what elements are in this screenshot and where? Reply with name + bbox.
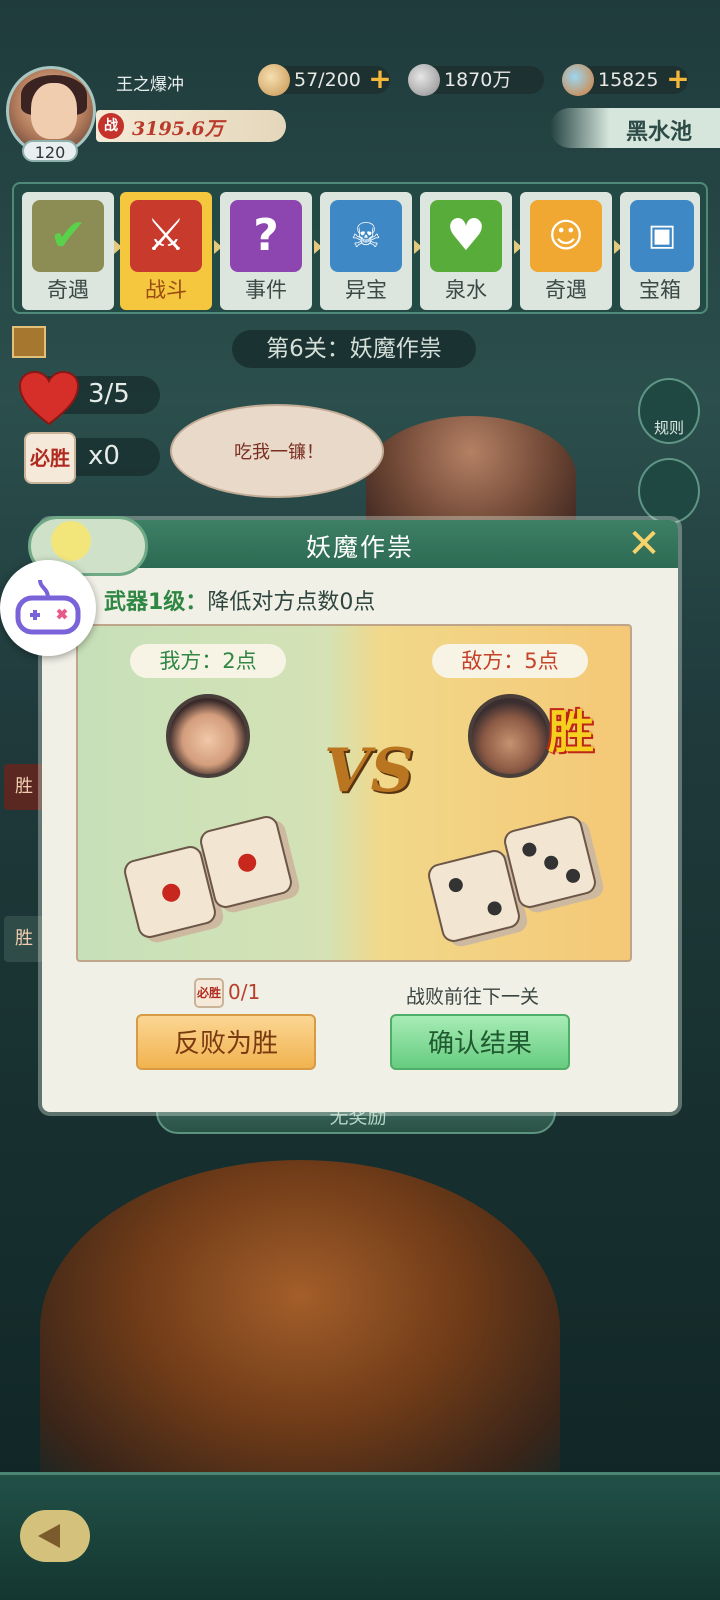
stage-node-4[interactable]: ☠ 异宝 — [320, 192, 412, 310]
rules-label: 规则 — [653, 419, 684, 437]
weapon-label: 武器1级： — [104, 590, 208, 615]
weapon-effect: 武器1级：降低对方点数0点 — [104, 584, 375, 616]
stage-box: ⚔ — [130, 200, 202, 272]
stage-label: 事件 — [245, 278, 287, 302]
reverse-defeat-button[interactable]: 反败为胜 — [136, 1014, 316, 1070]
enemy-die-2 — [501, 813, 599, 911]
back-button[interactable] — [20, 1510, 90, 1562]
question-icon: ? — [253, 210, 279, 261]
defeat-note: 战败前往下一关 — [406, 986, 540, 1008]
gems-value: 15825 — [598, 69, 659, 91]
sun-ornament — [51, 521, 91, 561]
win-dice-icon: 必胜 — [194, 978, 224, 1008]
hearts-value: 3/5 — [88, 379, 130, 409]
stage-label: 异宝 — [345, 278, 387, 302]
bun-icon — [258, 64, 290, 96]
bg-win-tag: 胜 — [4, 916, 44, 962]
coins-value: 1870万 — [444, 69, 512, 91]
stage-node-2[interactable]: ⚔ 战斗 — [120, 192, 212, 310]
heart-icon — [18, 370, 80, 426]
add-gems-button[interactable]: + — [664, 64, 692, 94]
stage-box: ▣ — [630, 200, 694, 272]
treasure-icon: ▣ — [647, 218, 677, 253]
stage-box: ☠ — [330, 200, 402, 272]
close-icon[interactable]: ✕ — [624, 524, 664, 564]
hero-sprite — [40, 1160, 560, 1500]
side-action-button[interactable] — [638, 458, 700, 524]
location-name: 黑水池 — [625, 119, 692, 145]
coins-resource: 1870万 — [408, 64, 544, 96]
check-icon: ✔ — [49, 210, 87, 261]
die-pip — [520, 841, 538, 859]
winner-stamp: 胜 — [548, 705, 594, 759]
die-pip — [236, 851, 259, 874]
stage-label: 泉水 — [445, 278, 487, 302]
chest-icon: ☠ — [350, 216, 382, 256]
stage-label: 宝箱 — [639, 278, 681, 302]
weapon-desc: 降低对方点数0点 — [207, 590, 376, 615]
power-value: 3195.6万 — [132, 118, 224, 140]
stage-box: ✔ — [32, 200, 104, 272]
win-dice-icon: 必胜 — [24, 432, 76, 484]
gem-icon — [562, 64, 594, 96]
enemy-sprite — [366, 416, 576, 536]
stage-box: ? — [230, 200, 302, 272]
stage-node-1[interactable]: ✔ 奇遇 — [22, 192, 114, 310]
my-points-label: 我方：2点 — [130, 644, 286, 678]
crossed-swords-icon: ⚔ — [146, 210, 186, 261]
dice-arena: 我方：2点 敌方：5点 胜 VS — [76, 624, 632, 962]
die-pip — [542, 854, 560, 872]
gamepad-overlay-button[interactable] — [0, 560, 96, 656]
location-banner: 黑水池 — [550, 108, 720, 148]
heart-icon: ♥ — [446, 210, 486, 261]
my-portrait — [166, 694, 250, 778]
add-stamina-button[interactable]: + — [366, 64, 394, 94]
speech-text: 吃我一镰！ — [234, 442, 324, 463]
die-pip — [160, 881, 183, 904]
battle-result-dialog: 妖魔作祟 ✕ 武器1级：降低对方点数0点 我方：2点 敌方：5点 胜 VS 必胜… — [28, 516, 678, 1112]
bg-win-tag: 胜 — [4, 764, 44, 810]
gamepad-icon — [15, 579, 81, 635]
reroll-count-value: 0/1 — [228, 980, 261, 1004]
stage-box: ♥ — [430, 200, 502, 272]
stamina-resource: 57/200 + — [258, 64, 392, 96]
vs-label: VS — [324, 736, 414, 806]
enemy-portrait — [468, 694, 552, 778]
win-dice-value: x0 — [88, 441, 120, 471]
stage-label: 奇遇 — [47, 278, 89, 302]
map-icon[interactable] — [12, 326, 46, 358]
player-name: 王之爆冲 — [116, 75, 184, 95]
stage-node-7[interactable]: ▣ 宝箱 — [620, 192, 700, 310]
speech-bubble: 吃我一镰！ — [170, 404, 384, 498]
stage-title: 第6关：妖魔作祟 — [232, 330, 476, 368]
stage-node-6[interactable]: ☺ 奇遇 — [520, 192, 612, 310]
player-level-badge: 120 — [22, 140, 78, 162]
enemy-points-label: 敌方：5点 — [432, 644, 588, 678]
mask-icon: ☺ — [548, 216, 584, 256]
stage-label: 奇遇 — [545, 278, 587, 302]
stage-node-5[interactable]: ♥ 泉水 — [420, 192, 512, 310]
gems-resource: 15825 + — [562, 64, 690, 96]
die-pip — [564, 867, 582, 885]
bottom-panel — [0, 1472, 720, 1600]
stage-node-3[interactable]: ? 事件 — [220, 192, 312, 310]
confirm-result-button[interactable]: 确认结果 — [390, 1014, 570, 1070]
power-icon: 战 — [98, 113, 124, 139]
die-pip — [447, 876, 465, 894]
stage-box: ☺ — [530, 200, 602, 272]
stage-label: 战斗 — [145, 278, 187, 302]
avatar-face — [31, 83, 77, 139]
stamina-value: 57/200 — [294, 69, 361, 91]
rules-button[interactable]: 规则 — [638, 378, 700, 444]
die-pip — [486, 899, 504, 917]
coin-icon — [408, 64, 440, 96]
